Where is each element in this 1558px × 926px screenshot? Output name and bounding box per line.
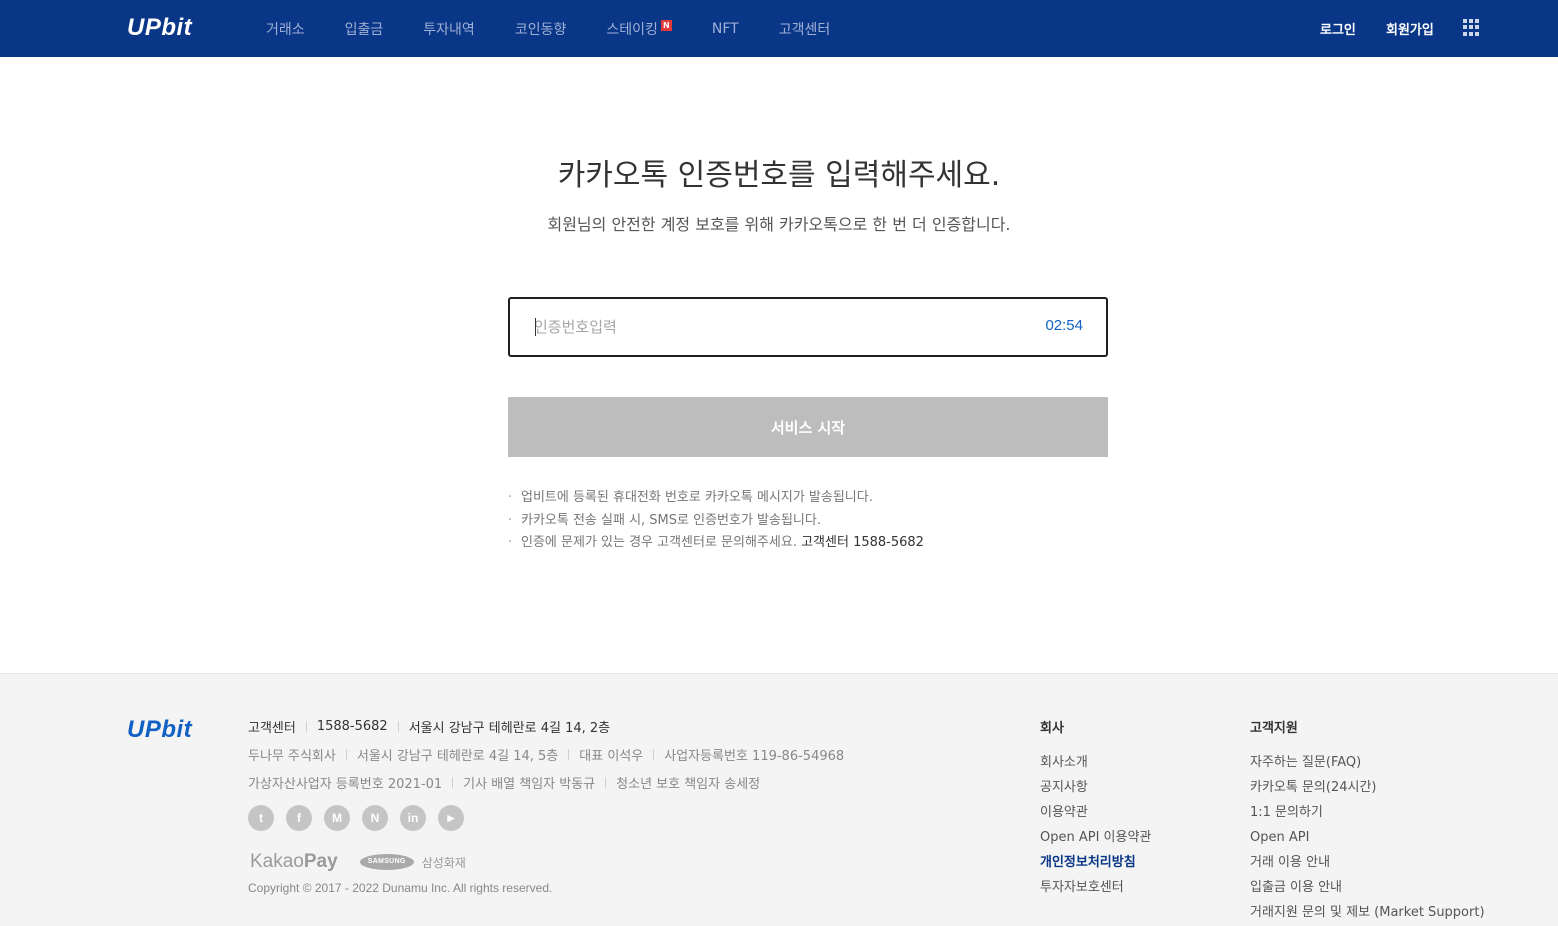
nav-nft[interactable]: NFT	[712, 21, 739, 37]
nav-investment-history[interactable]: 투자내역	[423, 19, 475, 39]
notice-item: · 인증에 문제가 있는 경우 고객센터로 문의해주세요. 고객센터 1588-5…	[508, 535, 924, 550]
nav-customer-center[interactable]: 고객센터	[779, 19, 831, 39]
footer-logo: UPbit	[127, 716, 193, 743]
samsung-logo: SAMSUNG	[359, 854, 414, 870]
verification-code-box: 02:54	[508, 297, 1108, 357]
page-footer: UPbit 고객센터 1588-5682 서울시 강남구 테헤란로 4길 14,…	[0, 673, 1558, 926]
social-links: t f M N in ▶	[248, 805, 476, 831]
verification-code-input[interactable]	[534, 299, 994, 355]
footer-link-open-api[interactable]: Open API	[1250, 825, 1485, 850]
grid-icon[interactable]	[1463, 19, 1480, 36]
notice-item: · 업비트에 등록된 휴대전화 번호로 카카오톡 메시지가 발송됩니다.	[508, 490, 873, 505]
page-title: 카카오톡 인증번호를 입력해주세요.	[557, 158, 1001, 193]
footer-link-privacy[interactable]: 개인정보처리방침	[1040, 850, 1151, 875]
kakaopay-logo: KakaoPay	[250, 851, 338, 872]
text-caret	[535, 318, 536, 336]
signup-link-wrap: 회원가입	[1386, 0, 1434, 57]
facebook-icon[interactable]: f	[286, 805, 312, 831]
footer-link-notice[interactable]: 공지사항	[1040, 775, 1151, 800]
signup-link[interactable]: 회원가입	[1386, 19, 1434, 38]
top-header: UPbit 거래소 입출금 투자내역 코인동향 스테이킹 N NFT 고객센터 로…	[0, 0, 1558, 57]
naver-icon[interactable]: N	[362, 805, 388, 831]
footer-link-faq[interactable]: 자주하는 질문(FAQ)	[1250, 750, 1485, 775]
samsung-fire-text: 삼성화재	[421, 855, 466, 870]
footer-link-market-support[interactable]: 거래지원 문의 및 제보 (Market Support)	[1250, 900, 1485, 925]
new-badge: N	[660, 19, 672, 31]
footer-link-about[interactable]: 회사소개	[1040, 750, 1151, 775]
page-subtitle: 회원님의 안전한 계정 보호를 위해 카카오톡으로 한 번 더 인증합니다.	[547, 215, 1011, 234]
customer-center-phone: 고객센터 1588-5682	[801, 535, 924, 550]
linkedin-icon[interactable]: in	[400, 805, 426, 831]
footer-link-1on1[interactable]: 1:1 문의하기	[1250, 800, 1485, 825]
footer-company-row: 두나무 주식회사 서울시 강남구 테헤란로 4길 14, 5층 대표 이석우 사…	[248, 749, 845, 764]
nav-staking[interactable]: 스테이킹 N	[606, 19, 672, 39]
nav-exchange[interactable]: 거래소	[266, 19, 305, 39]
notice-list: · 업비트에 등록된 휴대전화 번호로 카카오톡 메시지가 발송됩니다. · 카카오…	[508, 487, 924, 555]
footer-link-trade-guide[interactable]: 거래 이용 안내	[1250, 850, 1485, 875]
countdown-timer: 02:54	[1045, 317, 1083, 334]
youtube-icon[interactable]: ▶	[438, 805, 464, 831]
footer-link-kakao-inquiry[interactable]: 카카오톡 문의(24시간)	[1250, 775, 1485, 800]
footer-support-column: 고객지원 자주하는 질문(FAQ) 카카오톡 문의(24시간) 1:1 문의하기…	[1250, 717, 1485, 925]
footer-contact-row: 고객센터 1588-5682 서울시 강남구 테헤란로 4길 14, 2층	[248, 719, 611, 736]
nav-deposit-withdraw[interactable]: 입출금	[345, 19, 384, 39]
login-link-wrap: 로그인	[1320, 0, 1356, 57]
upbit-logo[interactable]: UPbit	[127, 14, 192, 42]
footer-link-deposit-guide[interactable]: 입출금 이용 안내	[1250, 875, 1485, 900]
notice-item: · 카카오톡 전송 실패 시, SMS로 인증번호가 발송됩니다.	[508, 512, 821, 528]
nav-coin-trends[interactable]: 코인동향	[515, 19, 567, 39]
footer-company-column: 회사 회사소개 공지사항 이용약관 Open API 이용약관 개인정보처리방침…	[1040, 717, 1151, 900]
company-heading: 회사	[1040, 721, 1064, 736]
nav-staking-label: 스테이킹	[606, 21, 658, 38]
support-heading: 고객지원	[1250, 721, 1298, 736]
partner-logos: KakaoPay SAMSUNG 삼성화재	[250, 851, 466, 873]
copyright: Copyright © 2017 - 2022 Dunamu Inc. All …	[248, 881, 553, 895]
footer-link-investor-protection[interactable]: 투자자보호센터	[1040, 875, 1151, 900]
footer-link-terms[interactable]: 이용약관	[1040, 800, 1151, 825]
main-nav: 거래소 입출금 투자내역 코인동향 스테이킹 N NFT 고객센터	[266, 0, 870, 57]
medium-icon[interactable]: M	[324, 805, 350, 831]
twitter-icon[interactable]: t	[248, 805, 274, 831]
footer-link-api-terms[interactable]: Open API 이용약관	[1040, 825, 1151, 850]
login-link[interactable]: 로그인	[1320, 19, 1356, 38]
start-service-button[interactable]: 서비스 시작	[508, 397, 1108, 457]
footer-registration-row: 가상자산사업자 등록번호 2021-01 기사 배열 책임자 박동규 청소년 보…	[248, 777, 761, 792]
